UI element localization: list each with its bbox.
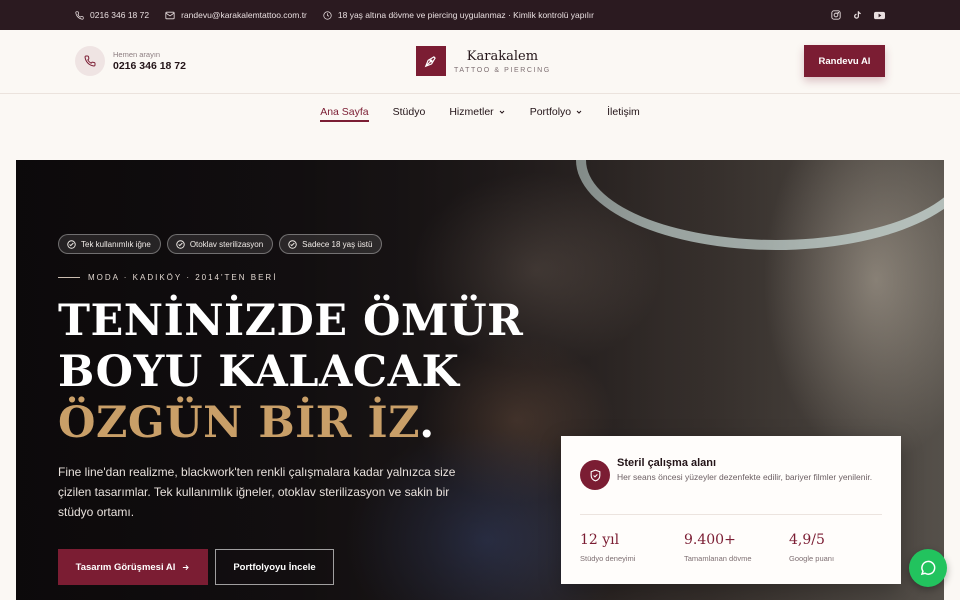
brand-tagline: TATTOO & PIERCING	[454, 66, 551, 74]
nav-item-contact[interactable]: İletişim	[607, 94, 640, 130]
eyebrow-line	[58, 277, 80, 278]
check-circle-icon	[176, 239, 185, 249]
stat-label: Stüdyo deneyimi	[580, 554, 636, 563]
hero-title: TENİNİZDE ÖMÜR BOYU KALACAK ÖZGÜN BİR İZ…	[58, 296, 523, 449]
button-label: Tasarım Görüşmesi Al	[75, 561, 176, 573]
card-description: Her seans öncesi yüzeyler dezenfekte edi…	[617, 472, 873, 482]
shield-check-icon	[590, 469, 600, 481]
hero-badges: Tek kullanımlık iğne Otoklav sterilizasy…	[58, 234, 383, 254]
chevron-down-icon	[576, 110, 582, 114]
badge-label: Otoklav sterilizasyon	[189, 239, 264, 249]
clock-icon	[323, 10, 332, 20]
arrow-right-icon	[183, 564, 190, 570]
nav-item-portfolio[interactable]: Portfolyo	[530, 94, 583, 130]
topbar-phone-text: 0216 346 18 72	[90, 10, 150, 20]
pen-nib-icon	[424, 56, 436, 68]
badge-adults-only: Sadece 18 yaş üstü	[279, 234, 383, 254]
nav-item-label: İletişim	[607, 106, 640, 118]
brand-logo[interactable]: Karakalem TATTOO & PIERCING	[416, 46, 551, 76]
whatsapp-chat-button[interactable]	[909, 549, 947, 587]
stat-experience: 12 yıl Stüdyo deneyimi	[580, 532, 635, 563]
instagram-icon[interactable]	[831, 10, 841, 20]
badge-label: Tek kullanımlık iğne	[81, 239, 151, 249]
check-circle-icon	[67, 239, 76, 249]
nav-item-studio[interactable]: Stüdyo	[393, 94, 426, 130]
nav-item-label: Ana Sayfa	[320, 106, 369, 118]
appointment-button[interactable]: Randevu Al	[804, 45, 885, 77]
eyebrow-text: MODA · KADIKÖY · 2014'TEN BERİ	[88, 273, 278, 282]
nav-item-services[interactable]: Hizmetler	[449, 94, 505, 130]
check-circle-icon	[288, 239, 297, 249]
hero-title-line2: BOYU KALACAK	[58, 347, 460, 397]
nav-item-label: Stüdyo	[392, 106, 426, 118]
nav-item-home[interactable]: Ana Sayfa	[320, 94, 370, 130]
topbar-notice: 18 yaş altına dövme ve piercing uygulanm…	[323, 10, 594, 20]
logo-mark	[416, 46, 446, 76]
phone-icon	[84, 55, 96, 67]
main-nav: Ana Sayfa Stüdyo Hizmetler Portfolyo İle…	[0, 94, 960, 130]
hero-eyebrow: MODA · KADIKÖY · 2014'TEN BERİ	[58, 273, 277, 282]
call-label: Hemen arayın	[113, 50, 161, 59]
stat-tattoos: 9.400+ Tamamlanan dövme	[684, 532, 752, 563]
view-portfolio-button[interactable]: Portfolyoyu İncele	[215, 549, 334, 585]
design-consultation-button[interactable]: Tasarım Görüşmesi Al	[58, 549, 208, 585]
tiktok-icon[interactable]	[853, 10, 862, 20]
topbar-phone[interactable]: 0216 346 18 72	[75, 10, 149, 20]
card-title: Steril çalışma alanı	[617, 457, 717, 469]
hero-title-highlight: ÖZGÜN BİR İZ	[58, 398, 420, 448]
phone-icon	[75, 10, 84, 20]
youtube-icon[interactable]	[874, 11, 885, 20]
nav-item-label: Portfolyo	[529, 106, 572, 118]
shield-icon-circle	[580, 460, 610, 490]
chevron-down-icon	[499, 110, 505, 114]
social-links	[831, 10, 885, 20]
badge-autoclave: Otoklav sterilizasyon	[166, 234, 274, 254]
stat-label: Tamamlanan dövme	[684, 554, 752, 563]
topbar-email[interactable]: randevu@karakalemtattoo.com.tr	[165, 10, 307, 20]
call-number: 0216 346 18 72	[113, 60, 186, 72]
stat-value: 9.400+	[684, 532, 736, 548]
topbar-notice-text: 18 yaş altına dövme ve piercing uygulanm…	[337, 10, 594, 20]
stat-value: 12 yıl	[580, 532, 620, 548]
hero-lead: Fine line'dan realizme, blackwork'ten re…	[58, 465, 456, 519]
brand-name: Karakalem	[466, 48, 539, 64]
top-info-bar: 0216 346 18 72 randevu@karakalemtattoo.c…	[0, 0, 960, 30]
hero-title-line1: TENİNİZDE ÖMÜR	[58, 296, 524, 346]
topbar-email-text: randevu@karakalemtattoo.com.tr	[181, 10, 307, 20]
badge-label: Sadece 18 yaş üstü	[302, 239, 373, 249]
chat-bubble-icon	[920, 560, 936, 576]
hero-title-dot: .	[419, 398, 435, 448]
stat-label: Google puanı	[789, 554, 835, 563]
card-divider	[580, 514, 882, 515]
stat-value: 4,9/5	[789, 532, 825, 548]
mail-icon	[165, 11, 175, 19]
sterile-info-card: Steril çalışma alanı Her seans öncesi yü…	[561, 436, 901, 584]
call-icon-circle	[75, 46, 105, 76]
nav-item-label: Hizmetler	[449, 106, 494, 118]
header-call[interactable]: Hemen arayın 0216 346 18 72	[75, 46, 186, 76]
stat-rating: 4,9/5 Google puanı	[789, 532, 834, 563]
badge-single-use-needle: Tek kullanımlık iğne	[58, 234, 161, 254]
